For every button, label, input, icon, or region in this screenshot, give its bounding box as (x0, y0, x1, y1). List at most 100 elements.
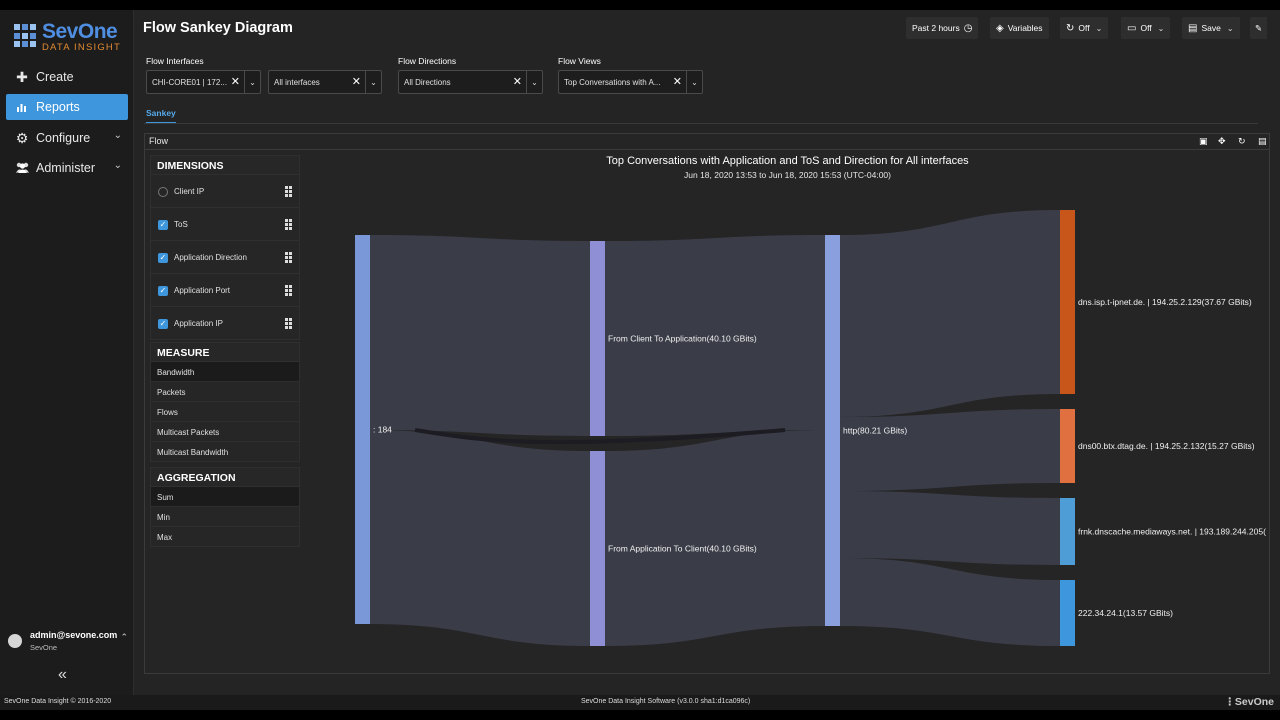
filter-label-directions: Flow Directions (398, 56, 457, 66)
chevron-down-icon[interactable]: ⌄ (244, 71, 260, 93)
sankey-node-label: frnk.dnscache.mediaways.net. | 193.189.2… (1078, 527, 1266, 537)
sankey-node-ip4[interactable] (1060, 580, 1075, 646)
tab-divider (144, 123, 1258, 124)
sankey-node-label: dns.isp.t-ipnet.de. | 194.25.2.129(37.67… (1078, 297, 1252, 307)
chevron-down-icon[interactable]: ⌄ (365, 71, 381, 93)
sidebar-item-configure[interactable]: ⚙ Configure ⌄ (6, 125, 128, 151)
refresh-button[interactable]: ↻ Off ⌄ (1060, 17, 1109, 39)
time-range-button[interactable]: Past 2 hours ◷ (906, 17, 979, 39)
chart-subtitle: Jun 18, 2020 13:53 to Jun 18, 2020 15:53… (684, 170, 891, 180)
save-button[interactable]: ▤ Save ⌄ (1182, 17, 1240, 39)
variables-button[interactable]: ◈ Variables (990, 17, 1049, 39)
sankey-link[interactable] (840, 558, 1060, 646)
app-frame: SevOne DATA INSIGHT ✚ Create Reports ⚙ C… (0, 10, 1280, 710)
sankey-node-http[interactable] (825, 235, 840, 626)
sidebar-item-administer[interactable]: Administer ⌄ (6, 155, 128, 181)
footer: SevOne Data Insight © 2016-2020 SevOne D… (0, 695, 1280, 710)
users-icon (14, 160, 30, 176)
sidebar-item-reports[interactable]: Reports (6, 94, 128, 120)
sankey-node-ip1[interactable] (1060, 210, 1075, 394)
sidebar-item-label: Create (36, 70, 74, 84)
sankey-node-label: dns00.btx.dtag.de. | 194.25.2.132(15.27 … (1078, 441, 1255, 451)
clear-icon[interactable]: ✕ (352, 75, 361, 88)
sidebar: SevOne DATA INSIGHT ✚ Create Reports ⚙ C… (0, 10, 134, 695)
sankey-node-a2c[interactable] (590, 451, 605, 646)
flow-interfaces-extra-select[interactable]: All interfaces ✕ ⌄ (268, 70, 382, 94)
plus-icon: ✚ (16, 68, 28, 85)
collapse-sidebar-button[interactable]: « (58, 666, 67, 684)
chart-title: Top Conversations with Application and T… (606, 155, 969, 167)
chevron-up-icon: ⌃ (120, 632, 128, 642)
edit-icon: ✎ (1255, 22, 1263, 33)
select-value: All interfaces (274, 77, 320, 87)
logo-grid-icon (14, 24, 38, 48)
footer-logo: ⋮SevOne (1224, 696, 1274, 708)
chevron-down-icon: ⌄ (113, 130, 122, 141)
sankey-link[interactable] (605, 430, 825, 646)
sidebar-item-create[interactable]: ✚ Create (6, 64, 128, 90)
edit-button[interactable]: ✎ (1250, 17, 1268, 39)
chevron-down-icon[interactable]: ⌄ (686, 71, 702, 93)
variables-label: Variables (1007, 23, 1043, 33)
tab-sankey[interactable]: Sankey (146, 108, 176, 124)
filter-label-interfaces: Flow Interfaces (146, 56, 204, 66)
chevron-down-icon: ⌄ (1226, 23, 1234, 33)
filter-label-views: Flow Views (558, 56, 601, 66)
chevron-down-icon: ⌄ (1095, 23, 1103, 33)
monitor-icon: ▭ (1127, 22, 1137, 34)
brand-name: SevOne (42, 20, 118, 43)
chevron-down-icon: ⌄ (1157, 23, 1165, 33)
page-title: Flow Sankey Diagram (143, 20, 293, 36)
sidebar-item-label: Configure (36, 131, 91, 145)
user-name: admin@sevone.com (30, 630, 118, 640)
chevron-down-icon: ⌄ (113, 160, 122, 171)
clear-icon[interactable]: ✕ (231, 75, 240, 88)
clear-icon[interactable]: ✕ (673, 75, 682, 88)
sankey-node-c2a[interactable] (590, 241, 605, 436)
sankey-node-ip2[interactable] (1060, 409, 1075, 483)
refresh-label: Off (1078, 23, 1090, 33)
display-button[interactable]: ▭ Off ⌄ (1121, 17, 1171, 39)
flow-interfaces-select[interactable]: CHI-CORE01 | 172... ✕ ⌄ (146, 70, 261, 94)
sankey-node-label: From Client To Application(40.10 GBits) (608, 334, 757, 344)
footer-copyright: SevOne Data Insight © 2016-2020 (4, 698, 112, 705)
clock-icon: ◷ (963, 22, 973, 34)
sankey-diagram: : 184 From Client To Application(40.10 GB… (355, 210, 1266, 646)
display-label: Off (1140, 23, 1152, 33)
sankey-node-ip3[interactable] (1060, 498, 1075, 565)
sevone-logo[interactable]: SevOne DATA INSIGHT (14, 20, 124, 56)
user-org: SevOne (30, 643, 58, 652)
flow-views-select[interactable]: Top Conversations with A... ✕ ⌄ (558, 70, 703, 94)
sankey-link[interactable] (840, 210, 1060, 417)
sankey-link[interactable] (370, 235, 590, 436)
sidebar-item-label: Administer (36, 161, 96, 175)
sidebar-item-label: Reports (36, 100, 80, 114)
sankey-node-label: From Application To Client(40.10 GBits) (608, 544, 757, 554)
clear-icon[interactable]: ✕ (513, 75, 522, 88)
sankey-link[interactable] (840, 409, 1060, 491)
bar-chart-icon (14, 99, 30, 115)
sankey-node-label: : 184 (373, 425, 392, 435)
footer-brand: SevOne (1234, 696, 1274, 708)
refresh-icon: ↻ (1066, 22, 1075, 34)
sankey-link[interactable] (840, 491, 1060, 565)
sankey-link[interactable] (370, 430, 590, 646)
sankey-node-tos[interactable] (355, 235, 370, 624)
floppy-icon: ▤ (1188, 22, 1198, 34)
chevron-down-icon[interactable]: ⌄ (526, 71, 542, 93)
flow-panel: Flow ▣ ✥ ↻ ▤ DIMENSIONS Client IP ✓ ToS ✓ Ap… (144, 133, 1270, 674)
time-range-label: Past 2 hours (912, 23, 960, 33)
header: Flow Sankey Diagram Past 2 hours ◷ ◈ Var… (134, 10, 1280, 48)
select-value: CHI-CORE01 | 172... (152, 77, 227, 87)
footer-version: SevOne Data Insight Software (v3.0.0 sha… (581, 698, 751, 705)
brand-sub: DATA INSIGHT (42, 42, 121, 53)
sitemap-icon: ◈ (996, 22, 1004, 34)
select-value: Top Conversations with A... (564, 77, 661, 87)
select-value: All Directions (404, 77, 451, 87)
gear-icon: ⚙ (15, 129, 29, 146)
sankey-node-label: http(80.21 GBits) (843, 426, 907, 436)
sankey-node-label: 222.34.24.1(13.57 GBits) (1078, 608, 1173, 618)
flow-directions-select[interactable]: All Directions ✕ ⌄ (398, 70, 543, 94)
user-menu[interactable]: admin@sevone.com SevOne ⌃ (8, 630, 130, 660)
user-avatar-icon (8, 634, 22, 648)
